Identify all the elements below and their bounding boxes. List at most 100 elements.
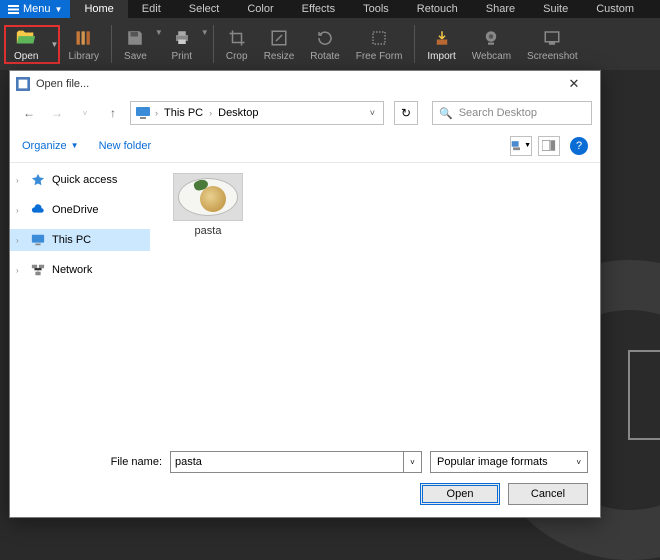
file-list-area[interactable]: pasta xyxy=(150,163,600,443)
pc-icon xyxy=(30,232,46,248)
ribbon-library[interactable]: Library xyxy=(60,18,107,70)
tab-suite[interactable]: Suite xyxy=(529,0,582,18)
library-icon xyxy=(73,27,95,49)
close-button[interactable]: ✕ xyxy=(554,71,594,97)
chevron-down-icon: ▼ xyxy=(71,141,79,150)
tab-retouch[interactable]: Retouch xyxy=(403,0,472,18)
file-item-pasta[interactable]: pasta xyxy=(168,173,248,237)
app-icon xyxy=(16,77,30,91)
dialog-titlebar: Open file... ✕ xyxy=(10,71,600,97)
menu-button[interactable]: Menu ▼ xyxy=(0,0,70,18)
chevron-down-icon: ˅ xyxy=(576,458,581,467)
refresh-button[interactable]: ↻ xyxy=(394,101,418,125)
view-mode-button[interactable]: ▼ xyxy=(510,136,532,156)
chevron-right-icon: › xyxy=(16,236,24,245)
filename-input[interactable] xyxy=(170,451,404,473)
app-menubar: Menu ▼ Home Edit Select Color Effects To… xyxy=(0,0,660,18)
ribbon-crop[interactable]: Crop xyxy=(218,18,256,70)
breadcrumb-desktop[interactable]: Desktop xyxy=(216,107,260,119)
tab-edit[interactable]: Edit xyxy=(128,0,175,18)
print-icon xyxy=(171,27,193,49)
pc-icon xyxy=(135,105,151,121)
menu-label: Menu xyxy=(23,3,51,15)
ribbon-library-label: Library xyxy=(68,51,99,62)
ribbon-toolbar: Open ▼ Library Save ▼ Print ▼ Crop Resiz… xyxy=(0,18,660,70)
sidebar-item-network[interactable]: › Network xyxy=(10,259,150,281)
tab-home[interactable]: Home xyxy=(70,0,127,18)
tab-effects[interactable]: Effects xyxy=(288,0,349,18)
file-thumbnail xyxy=(173,173,243,221)
help-button[interactable]: ? xyxy=(570,137,588,155)
tab-color[interactable]: Color xyxy=(233,0,287,18)
rotate-icon xyxy=(314,27,336,49)
ribbon-save-label: Save xyxy=(124,51,147,62)
file-label: pasta xyxy=(195,225,222,237)
tab-tools[interactable]: Tools xyxy=(349,0,403,18)
resize-icon xyxy=(268,27,290,49)
folder-open-icon xyxy=(15,27,37,49)
ribbon-rotate-label: Rotate xyxy=(310,51,339,62)
filename-label: File name: xyxy=(22,456,162,468)
breadcrumb-thispc[interactable]: This PC xyxy=(162,107,205,119)
save-icon xyxy=(124,27,146,49)
up-button[interactable]: ↑ xyxy=(102,102,124,124)
network-icon xyxy=(30,262,46,278)
sidebar-item-thispc[interactable]: › This PC xyxy=(10,229,150,251)
print-dropdown-icon[interactable]: ▼ xyxy=(201,28,209,37)
tab-select[interactable]: Select xyxy=(175,0,234,18)
chevron-right-icon: › xyxy=(16,176,24,185)
ribbon-webcam[interactable]: Webcam xyxy=(464,18,519,70)
sidebar-item-quickaccess[interactable]: › Quick access xyxy=(10,169,150,191)
ribbon-resize[interactable]: Resize xyxy=(256,18,303,70)
webcam-icon xyxy=(480,27,502,49)
dialog-footer: File name: ˅ Popular image formats ˅ Ope… xyxy=(10,443,600,517)
dialog-title: Open file... xyxy=(36,78,89,90)
sidebar-label: This PC xyxy=(52,234,91,246)
recent-dropdown-icon[interactable]: ˅ xyxy=(74,102,96,124)
address-bar[interactable]: › This PC › Desktop ˅ xyxy=(130,101,384,125)
star-icon xyxy=(30,172,46,188)
chevron-right-icon: › xyxy=(16,266,24,275)
ribbon-freeform-label: Free Form xyxy=(356,51,403,62)
ribbon-screenshot[interactable]: Screenshot xyxy=(519,18,586,70)
ribbon-print[interactable]: Print xyxy=(163,18,201,70)
new-folder-button[interactable]: New folder xyxy=(99,140,152,152)
sidebar-label: Network xyxy=(52,264,92,276)
dialog-nav-row: ← → ˅ ↑ › This PC › Desktop ˅ ↻ 🔍 Search… xyxy=(10,97,600,129)
ribbon-print-label: Print xyxy=(171,51,192,62)
forward-button[interactable]: → xyxy=(46,102,68,124)
tab-custom[interactable]: Custom xyxy=(582,0,648,18)
ribbon-screenshot-label: Screenshot xyxy=(527,51,578,62)
tab-share[interactable]: Share xyxy=(472,0,529,18)
organize-label: Organize xyxy=(22,140,67,152)
preview-pane-button[interactable] xyxy=(538,136,560,156)
ribbon-crop-label: Crop xyxy=(226,51,248,62)
back-button[interactable]: ← xyxy=(18,102,40,124)
hamburger-icon xyxy=(8,5,19,14)
chevron-right-icon: › xyxy=(209,108,212,118)
dialog-sidebar: › Quick access › OneDrive › This PC › Ne… xyxy=(10,163,150,443)
screenshot-icon xyxy=(541,27,563,49)
save-dropdown-icon[interactable]: ▼ xyxy=(155,28,163,37)
address-dropdown-icon[interactable]: ˅ xyxy=(366,108,379,118)
organize-button[interactable]: Organize ▼ xyxy=(22,140,79,152)
ribbon-resize-label: Resize xyxy=(264,51,295,62)
ribbon-import-label: Import xyxy=(427,51,455,62)
sidebar-label: OneDrive xyxy=(52,204,98,216)
ribbon-import[interactable]: Import xyxy=(419,18,463,70)
ribbon-rotate[interactable]: Rotate xyxy=(302,18,347,70)
sidebar-item-onedrive[interactable]: › OneDrive xyxy=(10,199,150,221)
open-dropdown-icon[interactable]: ▼ xyxy=(46,40,58,49)
search-input[interactable]: 🔍 Search Desktop xyxy=(432,101,592,125)
ribbon-open[interactable]: Open xyxy=(6,27,46,62)
open-button[interactable]: Open xyxy=(420,483,500,505)
filename-dropdown-icon[interactable]: ˅ xyxy=(404,451,422,473)
chevron-down-icon: ▼ xyxy=(55,5,63,14)
cancel-button[interactable]: Cancel xyxy=(508,483,588,505)
cloud-icon xyxy=(30,202,46,218)
search-placeholder: Search Desktop xyxy=(459,107,537,119)
filetype-filter[interactable]: Popular image formats ˅ xyxy=(430,451,588,473)
ribbon-save[interactable]: Save xyxy=(116,18,155,70)
ribbon-freeform[interactable]: Free Form xyxy=(348,18,411,70)
ribbon-webcam-label: Webcam xyxy=(472,51,511,62)
